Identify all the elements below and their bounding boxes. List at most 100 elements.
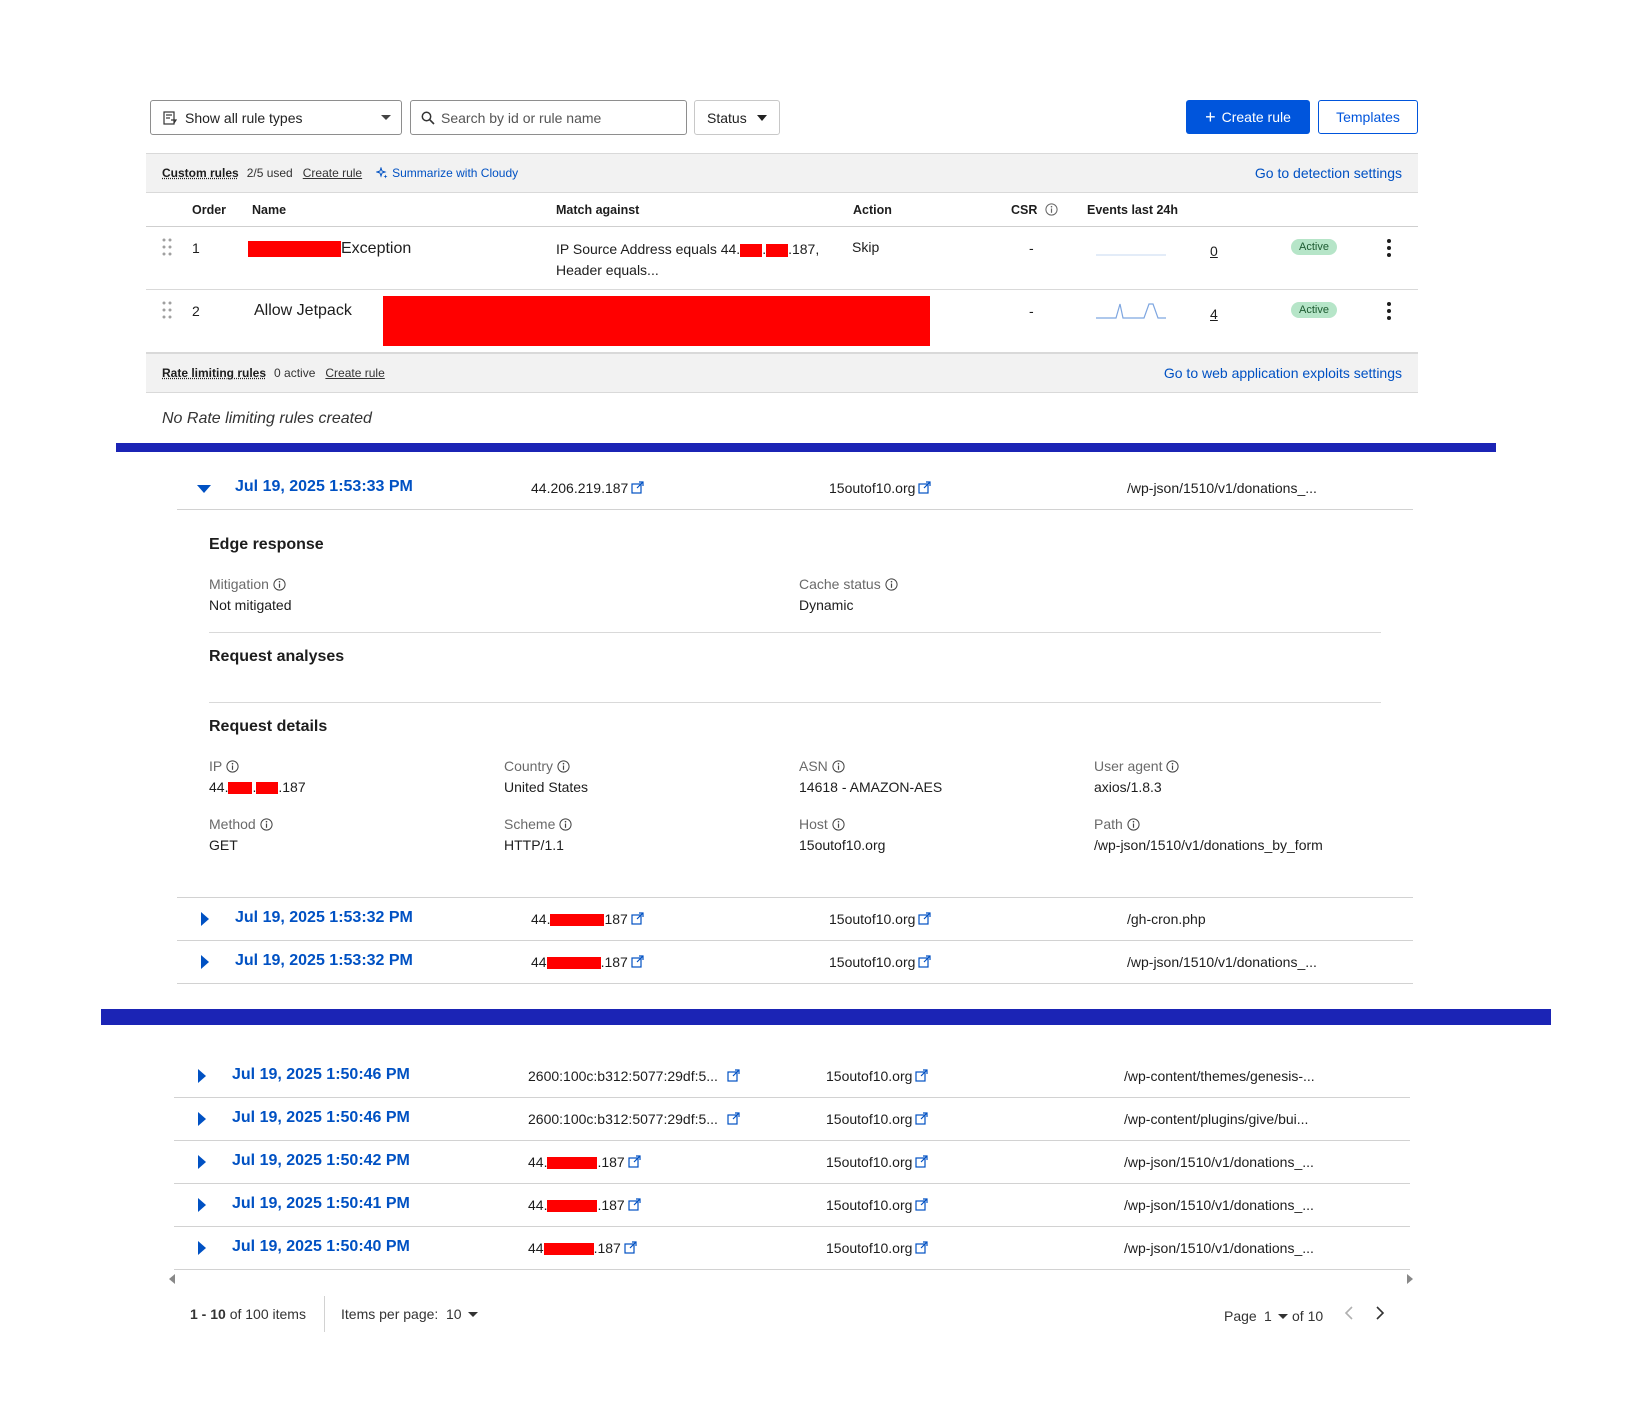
prev-page-icon[interactable]	[1344, 1305, 1354, 1321]
event-host-text: 15outof10.org	[826, 1111, 913, 1127]
external-link-icon[interactable]	[727, 1069, 740, 1082]
path-value: /wp-json/1510/v1/donations_by_form	[1094, 837, 1323, 853]
info-icon[interactable]	[273, 578, 286, 591]
info-icon[interactable]	[557, 760, 570, 773]
external-link-icon[interactable]	[631, 481, 644, 494]
event-row[interactable]: Jul 19, 2025 1:50:46 PM 2600:100c:b312:5…	[174, 1055, 1410, 1098]
event-ip-end: 187	[604, 911, 628, 927]
events-sparkline	[1096, 303, 1166, 319]
collapse-arrow-icon[interactable]	[197, 485, 211, 493]
event-datetime[interactable]: Jul 19, 2025 1:53:32 PM	[235, 952, 413, 970]
expand-arrow-icon[interactable]	[198, 1112, 206, 1126]
summarize-cloudy-link[interactable]: Summarize with Cloudy	[376, 166, 518, 180]
expand-arrow-icon[interactable]	[198, 1198, 206, 1212]
event-datetime[interactable]: Jul 19, 2025 1:50:41 PM	[232, 1195, 410, 1213]
event-ip-start: 44	[531, 954, 547, 970]
info-icon[interactable]	[1045, 203, 1058, 216]
expand-arrow-icon[interactable]	[198, 1155, 206, 1169]
event-datetime[interactable]: Jul 19, 2025 1:50:46 PM	[232, 1109, 410, 1127]
search-input[interactable]	[441, 109, 671, 126]
event-row[interactable]: Jul 19, 2025 1:50:41 PM 44. .187 15outof1…	[174, 1184, 1410, 1227]
event-row[interactable]: Jul 19, 2025 1:50:42 PM 44. .187 15outof1…	[174, 1141, 1410, 1184]
drag-handle-icon[interactable]	[162, 300, 172, 320]
event-row[interactable]: Jul 19, 2025 1:50:40 PM 44 .187 15outof10…	[174, 1227, 1410, 1270]
kebab-menu-icon[interactable]	[1387, 302, 1391, 320]
event-row[interactable]: Jul 19, 2025 1:53:32 PM 44.187 15outof10…	[177, 898, 1413, 941]
rule-name-link[interactable]: Allow Jetpack	[254, 302, 352, 320]
external-link-icon[interactable]	[915, 1241, 929, 1254]
external-link-icon[interactable]	[628, 1155, 641, 1168]
info-icon[interactable]	[832, 818, 845, 831]
event-host-text: 15outof10.org	[826, 1197, 913, 1213]
external-link-icon[interactable]	[628, 1198, 641, 1211]
rule-row[interactable]: 1 Exception IP Source Address equals 44.…	[146, 227, 1418, 290]
rule-row[interactable]: 2 Allow Jetpack - 4 Active	[146, 290, 1418, 353]
info-icon[interactable]	[885, 578, 898, 591]
page-label: Page	[1224, 1308, 1257, 1324]
rate-limiting-title[interactable]: Rate limiting rules	[162, 366, 266, 380]
next-page-icon[interactable]	[1375, 1305, 1385, 1321]
status-filter-label: Status	[707, 109, 747, 126]
method-value: GET	[209, 837, 238, 853]
info-icon[interactable]	[260, 818, 273, 831]
external-link-icon[interactable]	[631, 912, 644, 925]
event-datetime[interactable]: Jul 19, 2025 1:50:46 PM	[232, 1066, 410, 1084]
event-ip-end: .187	[597, 1197, 625, 1213]
info-icon[interactable]	[832, 760, 845, 773]
ip-value-end: .187	[278, 779, 306, 795]
event-datetime[interactable]: Jul 19, 2025 1:53:32 PM	[235, 909, 413, 927]
info-icon[interactable]	[1166, 760, 1180, 773]
event-row[interactable]: Jul 19, 2025 1:50:46 PM 2600:100c:b312:5…	[174, 1098, 1410, 1141]
expand-arrow-icon[interactable]	[201, 955, 209, 969]
rule-type-select[interactable]: Show all rule types	[150, 100, 402, 135]
external-link-icon[interactable]	[631, 955, 644, 968]
external-link-icon[interactable]	[915, 1069, 929, 1082]
events-count-link[interactable]: 4	[1210, 306, 1218, 322]
external-link-icon[interactable]	[624, 1241, 637, 1254]
info-icon[interactable]	[226, 760, 239, 773]
scroll-left-icon[interactable]	[168, 1274, 176, 1284]
info-icon[interactable]	[1127, 818, 1140, 831]
expand-arrow-icon[interactable]	[201, 912, 209, 926]
scroll-right-icon[interactable]	[1406, 1274, 1414, 1284]
event-host-text: 15outof10.org	[826, 1240, 913, 1256]
templates-button[interactable]: Templates	[1318, 100, 1418, 134]
event-datetime[interactable]: Jul 19, 2025 1:50:40 PM	[232, 1238, 410, 1256]
cache-status-label-text: Cache status	[799, 576, 881, 592]
expand-arrow-icon[interactable]	[198, 1241, 206, 1255]
event-row-expanded[interactable]: Jul 19, 2025 1:53:33 PM 44.206.219.187 1…	[177, 467, 1413, 510]
custom-create-rule-link[interactable]: Create rule	[303, 166, 362, 180]
info-icon[interactable]	[559, 818, 572, 831]
custom-rules-title[interactable]: Custom rules	[162, 166, 239, 180]
event-datetime[interactable]: Jul 19, 2025 1:53:33 PM	[235, 478, 413, 496]
external-link-icon[interactable]	[915, 1155, 929, 1168]
external-link-icon[interactable]	[727, 1112, 740, 1125]
external-link-icon[interactable]	[918, 481, 932, 494]
expand-arrow-icon[interactable]	[198, 1069, 206, 1083]
status-filter-button[interactable]: Status	[694, 100, 780, 135]
external-link-icon[interactable]	[915, 1198, 929, 1211]
event-host: 15outof10.org	[829, 480, 932, 496]
items-per-page-select[interactable]: 10	[446, 1306, 478, 1322]
search-box[interactable]	[410, 100, 687, 135]
rate-create-rule-link[interactable]: Create rule	[325, 366, 384, 380]
event-ip-start: 44.	[528, 1197, 548, 1213]
external-link-icon[interactable]	[915, 1112, 929, 1125]
kebab-menu-icon[interactable]	[1387, 239, 1391, 257]
web-exploits-settings-link[interactable]: Go to web application exploits settings	[1164, 365, 1402, 381]
rule-name-link[interactable]: Exception	[248, 240, 411, 258]
event-host-text: 15outof10.org	[829, 480, 916, 496]
caret-down-icon	[756, 114, 767, 121]
rule-action: Skip	[852, 239, 880, 255]
detection-settings-link[interactable]: Go to detection settings	[1255, 165, 1402, 181]
external-link-icon[interactable]	[918, 955, 932, 968]
create-rule-button[interactable]: + Create rule	[1186, 100, 1310, 134]
event-row[interactable]: Jul 19, 2025 1:53:32 PM 44.187 15outof10…	[177, 941, 1413, 984]
page-select[interactable]: 1	[1264, 1308, 1288, 1324]
external-link-icon[interactable]	[918, 912, 932, 925]
event-host: 15outof10.org	[826, 1154, 929, 1170]
event-datetime[interactable]: Jul 19, 2025 1:50:42 PM	[232, 1152, 410, 1170]
events-count-link[interactable]: 0	[1210, 243, 1218, 259]
drag-handle-icon[interactable]	[162, 237, 172, 257]
country-label-text: Country	[504, 758, 554, 774]
